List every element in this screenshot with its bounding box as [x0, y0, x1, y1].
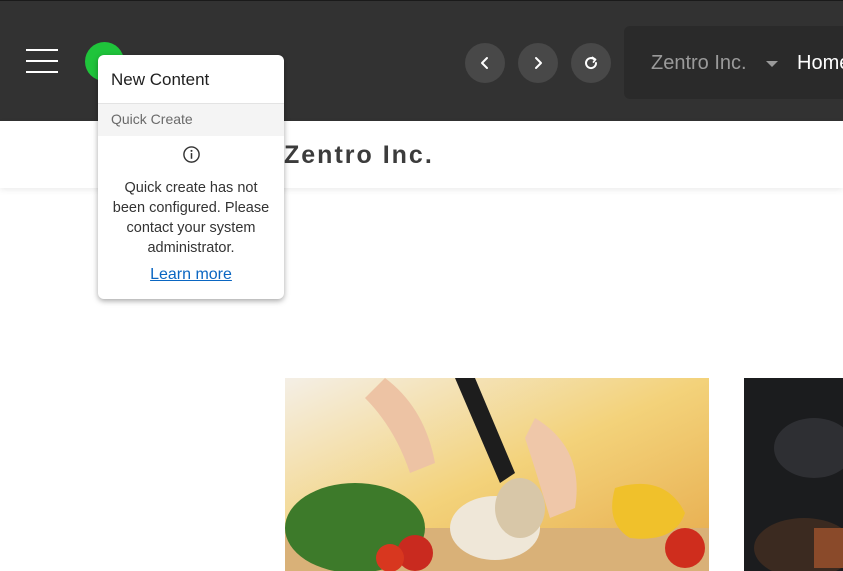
- new-content-popup: New Content Quick Create Quick create ha…: [98, 55, 284, 299]
- chevron-left-icon: [481, 57, 488, 69]
- page-title: Zentro Inc.: [284, 141, 434, 169]
- site-selector-value: Zentro Inc.: [651, 52, 747, 74]
- quick-create-message: Quick create has not been configured. Pl…: [112, 180, 270, 256]
- cooking-photo: [285, 378, 709, 571]
- hamburger-menu-icon[interactable]: [26, 49, 58, 73]
- second-card-image[interactable]: [744, 378, 843, 571]
- learn-more-link[interactable]: Learn more: [98, 266, 284, 284]
- chevron-right-icon: [535, 57, 542, 69]
- back-button[interactable]: [465, 43, 505, 83]
- dark-food-photo: [744, 378, 843, 571]
- popup-title: New Content: [98, 55, 284, 104]
- site-selector[interactable]: Zentro Inc. Home: [624, 26, 843, 99]
- forward-button[interactable]: [518, 43, 558, 83]
- quick-create-section-label: Quick Create: [98, 104, 284, 136]
- info-icon: [182, 146, 200, 163]
- cooking-card-image[interactable]: [285, 378, 709, 571]
- refresh-icon: [585, 56, 598, 70]
- home-link[interactable]: Home: [797, 52, 843, 75]
- refresh-button[interactable]: [571, 43, 611, 83]
- caret-down-icon: [766, 61, 778, 67]
